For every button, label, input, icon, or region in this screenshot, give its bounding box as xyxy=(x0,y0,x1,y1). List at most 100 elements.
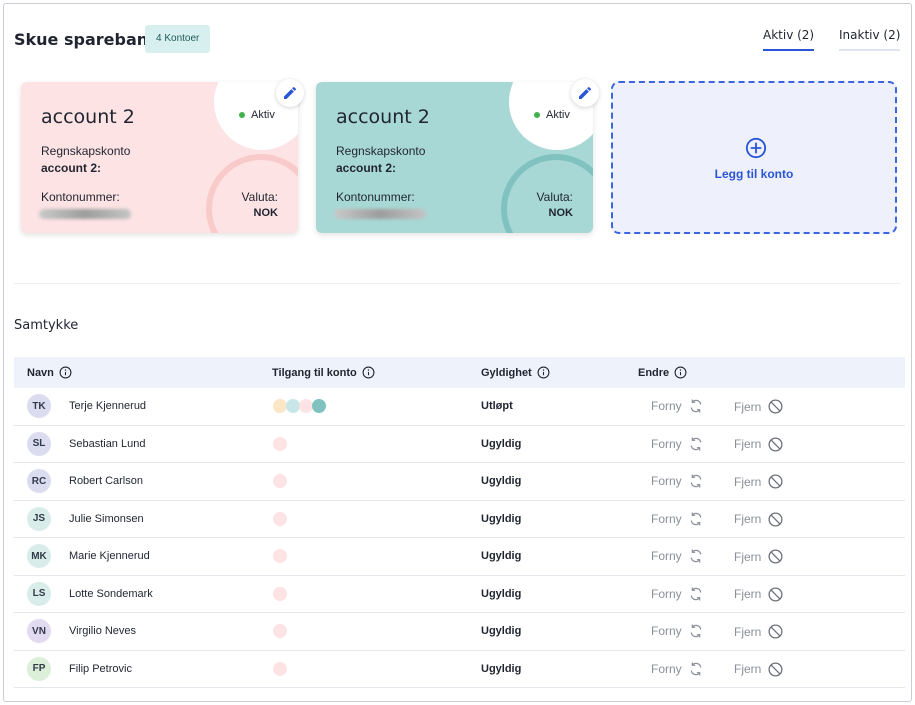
add-account-button[interactable]: Legg til konto xyxy=(611,81,897,234)
column-header-validity-label: Gyldighet xyxy=(481,366,532,379)
column-header-change: Endre xyxy=(638,366,687,379)
account-number-redacted xyxy=(39,209,131,219)
account-access-dot xyxy=(273,586,287,601)
remove-label: Fjern xyxy=(734,437,762,451)
column-header-change-label: Endre xyxy=(638,366,670,379)
app-frame: Skue sparebank 4 Kontoer Aktiv (2) Inakt… xyxy=(3,3,912,702)
account-access-dot xyxy=(273,474,287,488)
account-status-label: Aktiv xyxy=(546,109,570,121)
pencil-icon xyxy=(284,86,297,99)
refresh-icon xyxy=(690,511,701,526)
table-row: VN Virgilio Neves Ugyldig Forny Fjern xyxy=(14,613,905,651)
account-number-label: Kontonummer: xyxy=(41,190,120,204)
status-dot-icon xyxy=(534,112,540,118)
refresh-icon xyxy=(690,474,701,488)
remove-button[interactable]: Fjern xyxy=(734,398,784,415)
renew-label: Forny xyxy=(651,586,682,601)
edit-account-button[interactable] xyxy=(276,79,304,107)
avatar: LS xyxy=(27,581,51,606)
info-icon[interactable] xyxy=(59,366,72,379)
account-access-dots xyxy=(273,511,287,526)
account-access-dots xyxy=(273,661,287,676)
consent-validity: Ugyldig xyxy=(481,662,522,675)
status-dot-icon xyxy=(239,112,245,118)
account-number-redacted xyxy=(334,209,426,219)
account-access-dots xyxy=(273,436,287,451)
renew-label: Forny xyxy=(651,474,682,488)
table-row: TK Terje Kjennerud Utløpt Forny Fjern xyxy=(14,388,905,426)
remove-button[interactable]: Fjern xyxy=(734,548,784,565)
consent-validity: Ugyldig xyxy=(481,550,522,562)
block-icon xyxy=(768,399,783,414)
remove-button[interactable]: Fjern xyxy=(734,436,784,453)
edit-account-button[interactable] xyxy=(571,79,599,107)
consent-validity: Ugyldig xyxy=(481,587,522,600)
avatar: MK xyxy=(27,544,51,568)
consents-title: Samtykke xyxy=(14,318,79,333)
remove-button[interactable]: Fjern xyxy=(734,623,784,640)
refresh-icon xyxy=(690,436,701,451)
column-header-access-label: Tilgang til konto xyxy=(272,366,357,379)
refresh-icon xyxy=(690,624,701,638)
block-icon xyxy=(768,549,783,564)
renew-button[interactable]: Forny xyxy=(651,398,704,414)
table-row: RC Robert Carlson Ugyldig Forny Fjern xyxy=(14,463,905,501)
info-icon[interactable] xyxy=(362,366,375,379)
renew-button[interactable]: Forny xyxy=(651,623,704,639)
bank-name: Skue sparebank xyxy=(14,30,159,49)
renew-button[interactable]: Forny xyxy=(651,511,704,527)
ledger-account-name: account 2: xyxy=(41,161,102,175)
currency-label: Valuta: xyxy=(241,190,278,204)
renew-label: Forny xyxy=(651,661,682,676)
account-card[interactable]: account 2 Aktiv Regnskapskonto account 2… xyxy=(316,82,593,233)
info-icon[interactable] xyxy=(674,366,687,379)
avatar: SL xyxy=(27,431,51,456)
renew-button[interactable]: Forny xyxy=(651,473,704,489)
renew-button[interactable]: Forny xyxy=(651,586,704,602)
account-access-dot xyxy=(273,624,287,638)
column-header-access: Tilgang til konto xyxy=(272,366,375,379)
remove-button[interactable]: Fjern xyxy=(734,511,784,528)
account-access-dot xyxy=(273,549,287,563)
remove-label: Fjern xyxy=(734,512,762,526)
table-row: JS Julie Simonsen Ugyldig Forny Fjern xyxy=(14,501,905,538)
info-icon[interactable] xyxy=(537,366,550,379)
account-access-dots xyxy=(273,586,287,601)
avatar: RC xyxy=(27,469,51,493)
renew-button[interactable]: Forny xyxy=(651,436,704,452)
remove-label: Fjern xyxy=(734,474,762,489)
remove-button[interactable]: Fjern xyxy=(734,586,784,603)
consent-user-name: Terje Kjennerud xyxy=(69,400,147,412)
avatar: JS xyxy=(27,506,51,531)
account-card[interactable]: account 2 Aktiv Regnskapskonto account 2… xyxy=(21,82,298,233)
renew-label: Forny xyxy=(651,436,682,451)
tab-active-accounts[interactable]: Aktiv (2) xyxy=(763,28,815,51)
table-row: LS Lotte Sondemark Ugyldig Forny Fjern xyxy=(14,576,905,613)
remove-label: Fjern xyxy=(734,624,762,639)
account-status: Aktiv xyxy=(239,109,275,121)
renew-label: Forny xyxy=(651,549,682,563)
account-access-dot xyxy=(273,436,287,451)
renew-button[interactable]: Forny xyxy=(651,661,704,677)
avatar: FP xyxy=(27,656,51,681)
block-icon xyxy=(768,624,783,639)
column-header-validity: Gyldighet xyxy=(481,366,550,379)
renew-label: Forny xyxy=(651,511,682,526)
remove-label: Fjern xyxy=(734,662,762,676)
renew-button[interactable]: Forny xyxy=(651,548,704,564)
consent-user-name: Virgilio Neves xyxy=(69,625,137,637)
table-body: TK Terje Kjennerud Utløpt Forny Fjern SL Sebas… xyxy=(14,388,905,688)
remove-label: Fjern xyxy=(734,549,762,564)
remove-label: Fjern xyxy=(734,587,762,601)
block-icon xyxy=(768,474,783,489)
block-icon xyxy=(768,586,783,602)
consent-user-name: Julie Simonsen xyxy=(69,512,144,525)
consent-user-name: Sebastian Lund xyxy=(69,437,146,450)
account-access-dot xyxy=(312,399,326,413)
remove-button[interactable]: Fjern xyxy=(734,661,784,678)
remove-button[interactable]: Fjern xyxy=(734,473,784,490)
account-access-dot xyxy=(273,399,287,413)
tab-inactive-accounts[interactable]: Inaktiv (2) xyxy=(839,28,901,51)
account-status-label: Aktiv xyxy=(251,109,275,121)
currency-label: Valuta: xyxy=(536,190,573,204)
